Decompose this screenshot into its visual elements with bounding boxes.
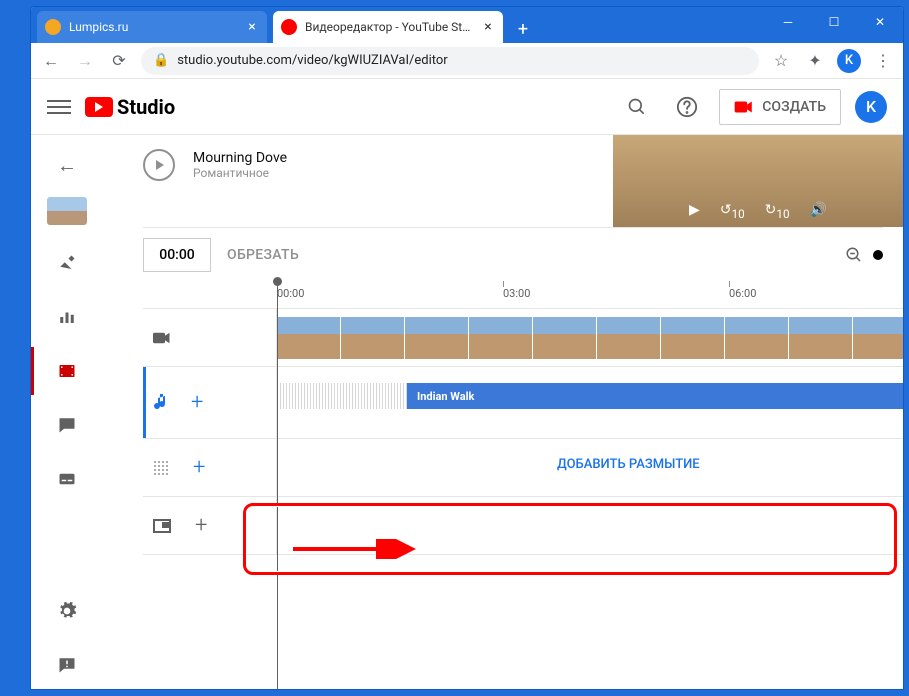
maximize-button[interactable]: ☐ bbox=[811, 7, 857, 37]
rail-settings[interactable] bbox=[31, 587, 103, 635]
favicon-icon bbox=[281, 19, 297, 35]
star-icon[interactable]: ☆ bbox=[769, 49, 793, 73]
endscreen-track-head: + bbox=[143, 497, 277, 554]
lock-icon: 🔒 bbox=[153, 53, 169, 68]
browser-tab[interactable]: Lumpics.ru × bbox=[37, 11, 267, 43]
zoom-out-icon[interactable] bbox=[845, 246, 863, 264]
camera-icon bbox=[153, 331, 171, 345]
search-icon[interactable] bbox=[619, 89, 655, 125]
studio-logo[interactable]: Studio bbox=[85, 95, 175, 119]
nav-back-button[interactable]: ← bbox=[39, 49, 63, 73]
play-button[interactable] bbox=[143, 149, 175, 181]
rewind-icon[interactable]: ↺10 bbox=[720, 202, 745, 221]
tab-title: Lumpics.ru bbox=[69, 20, 239, 34]
back-arrow-icon[interactable]: ← bbox=[49, 147, 85, 183]
app-header: Studio СОЗДАТЬ K bbox=[31, 79, 903, 135]
timeline: 00:00 03:00 06:00 bbox=[143, 281, 903, 689]
create-button[interactable]: СОЗДАТЬ bbox=[719, 89, 841, 125]
video-clips[interactable] bbox=[277, 317, 903, 359]
extension-icon[interactable]: ✦ bbox=[803, 49, 827, 73]
video-track-head bbox=[143, 309, 277, 366]
browser-tab-active[interactable]: Видеоредактор - YouTube Studi × bbox=[273, 11, 503, 43]
time-tick: 06:00 bbox=[729, 287, 756, 300]
volume-icon[interactable]: 🔊 bbox=[810, 202, 827, 221]
rail-comments[interactable] bbox=[31, 401, 103, 449]
track-name: Mourning Dove bbox=[193, 150, 287, 166]
audio-track-row: + Indian Walk bbox=[143, 367, 903, 439]
waveform-faded bbox=[277, 383, 407, 409]
track-info: Mourning Dove Романтичное bbox=[193, 150, 287, 180]
time-tick: 03:00 bbox=[503, 287, 530, 300]
rail-subtitles[interactable] bbox=[31, 455, 103, 503]
rail-editor[interactable] bbox=[31, 347, 103, 395]
add-blur-link[interactable]: ДОБАВИТЬ РАЗМЫТИЕ bbox=[557, 457, 700, 472]
annotation-arrow bbox=[293, 539, 423, 559]
blur-track-head: + bbox=[143, 439, 277, 496]
video-track-content[interactable] bbox=[277, 309, 903, 366]
tab-title: Видеоредактор - YouTube Studi bbox=[305, 20, 475, 34]
close-icon[interactable]: × bbox=[245, 20, 259, 34]
audio-track-head: + bbox=[143, 367, 277, 438]
video-track-row bbox=[143, 309, 903, 367]
current-time[interactable]: 00:00 bbox=[143, 238, 211, 272]
playhead[interactable] bbox=[277, 281, 278, 689]
help-icon[interactable] bbox=[669, 89, 705, 125]
audio-clip-label: Indian Walk bbox=[407, 383, 903, 409]
rail-details[interactable] bbox=[31, 239, 103, 287]
blur-track-row: + ДОБАВИТЬ РАЗМЫТИЕ bbox=[143, 439, 903, 497]
forward-icon[interactable]: ↻10 bbox=[765, 202, 790, 221]
hamburger-icon[interactable] bbox=[47, 95, 71, 119]
track-genre: Романтичное bbox=[193, 166, 287, 180]
endscreen-track-row: + bbox=[143, 497, 903, 555]
playhead-handle[interactable] bbox=[273, 277, 282, 286]
zoom-controls bbox=[845, 246, 883, 264]
new-tab-button[interactable]: + bbox=[509, 15, 537, 43]
close-icon[interactable]: × bbox=[481, 20, 495, 34]
audio-track-content[interactable]: Indian Walk bbox=[277, 367, 903, 438]
add-audio-button[interactable]: + bbox=[191, 390, 203, 415]
rail-analytics[interactable] bbox=[31, 293, 103, 341]
tab-strip: Lumpics.ru × Видеоредактор - YouTube Stu… bbox=[31, 7, 765, 43]
trim-button[interactable]: ОБРЕЗАТЬ bbox=[227, 247, 299, 263]
time-tick: 00:00 bbox=[277, 287, 304, 300]
time-ruler[interactable]: 00:00 03:00 06:00 bbox=[143, 281, 903, 309]
create-label: СОЗДАТЬ bbox=[762, 99, 826, 115]
url-text: studio.youtube.com/video/kgWIUZIAVaI/edi… bbox=[177, 53, 448, 68]
video-preview[interactable]: ▶ ↺10 ↻10 🔊 bbox=[613, 135, 903, 227]
menu-icon[interactable]: ⋮ bbox=[871, 49, 895, 73]
music-note-icon bbox=[153, 394, 167, 412]
minimize-button[interactable]: ─ bbox=[765, 7, 811, 37]
app-shell: Studio СОЗДАТЬ K ← bbox=[31, 79, 903, 689]
profile-avatar[interactable]: K bbox=[837, 49, 861, 73]
zoom-slider-handle[interactable] bbox=[873, 250, 883, 260]
blur-icon bbox=[153, 460, 169, 476]
app-body: ← bbox=[31, 135, 903, 689]
window-controls: ─ ☐ ✕ bbox=[765, 7, 903, 43]
timeline-toolbar: 00:00 ОБРЕЗАТЬ bbox=[143, 227, 883, 281]
youtube-icon bbox=[85, 97, 113, 117]
rail-feedback[interactable] bbox=[31, 641, 103, 689]
reload-button[interactable]: ⟳ bbox=[107, 49, 131, 73]
logo-text: Studio bbox=[117, 95, 175, 119]
browser-window: Lumpics.ru × Видеоредактор - YouTube Stu… bbox=[30, 6, 904, 690]
add-endscreen-button[interactable]: + bbox=[195, 513, 207, 538]
titlebar: Lumpics.ru × Видеоредактор - YouTube Stu… bbox=[31, 7, 903, 43]
left-rail: ← bbox=[31, 135, 103, 689]
camera-icon bbox=[734, 100, 754, 114]
endscreen-icon bbox=[153, 519, 171, 533]
account-avatar[interactable]: K bbox=[855, 91, 887, 123]
editor-main: Mourning Dove Романтичное 1:57 ▶ ↺10 ↻10… bbox=[103, 135, 903, 689]
blur-track-content: ДОБАВИТЬ РАЗМЫТИЕ bbox=[277, 439, 903, 496]
audio-clip[interactable]: Indian Walk bbox=[277, 383, 903, 409]
video-thumbnail[interactable] bbox=[47, 197, 87, 225]
close-button[interactable]: ✕ bbox=[857, 7, 903, 37]
omnibox[interactable]: 🔒 studio.youtube.com/video/kgWIUZIAVaI/e… bbox=[141, 47, 759, 75]
add-blur-button[interactable]: + bbox=[193, 455, 205, 480]
address-bar: ← → ⟳ 🔒 studio.youtube.com/video/kgWIUZI… bbox=[31, 43, 903, 79]
favicon-icon bbox=[45, 19, 61, 35]
preview-play-icon[interactable]: ▶ bbox=[689, 202, 700, 221]
nav-forward-button[interactable]: → bbox=[73, 49, 97, 73]
